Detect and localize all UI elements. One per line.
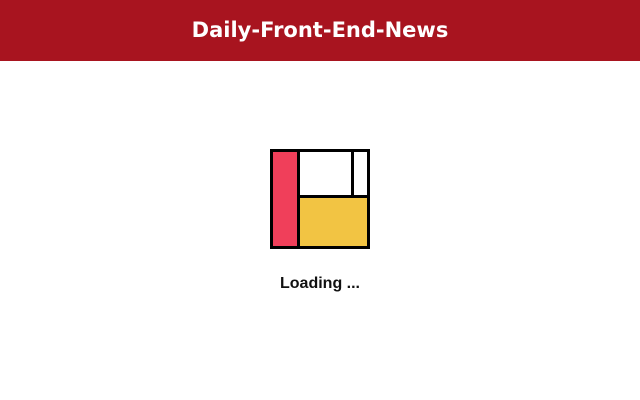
loading-screen: Loading ... <box>0 61 640 400</box>
site-title: Daily-Front-End-News <box>191 17 449 42</box>
loader-red-block <box>273 152 297 246</box>
loader-yellow-block <box>300 198 367 246</box>
loader-white-strip <box>354 152 367 195</box>
loader-white-block <box>300 152 351 195</box>
loading-status-text: Loading ... <box>280 275 360 292</box>
app-header: Daily-Front-End-News <box>0 0 640 61</box>
mondrian-loader-icon <box>270 149 370 249</box>
